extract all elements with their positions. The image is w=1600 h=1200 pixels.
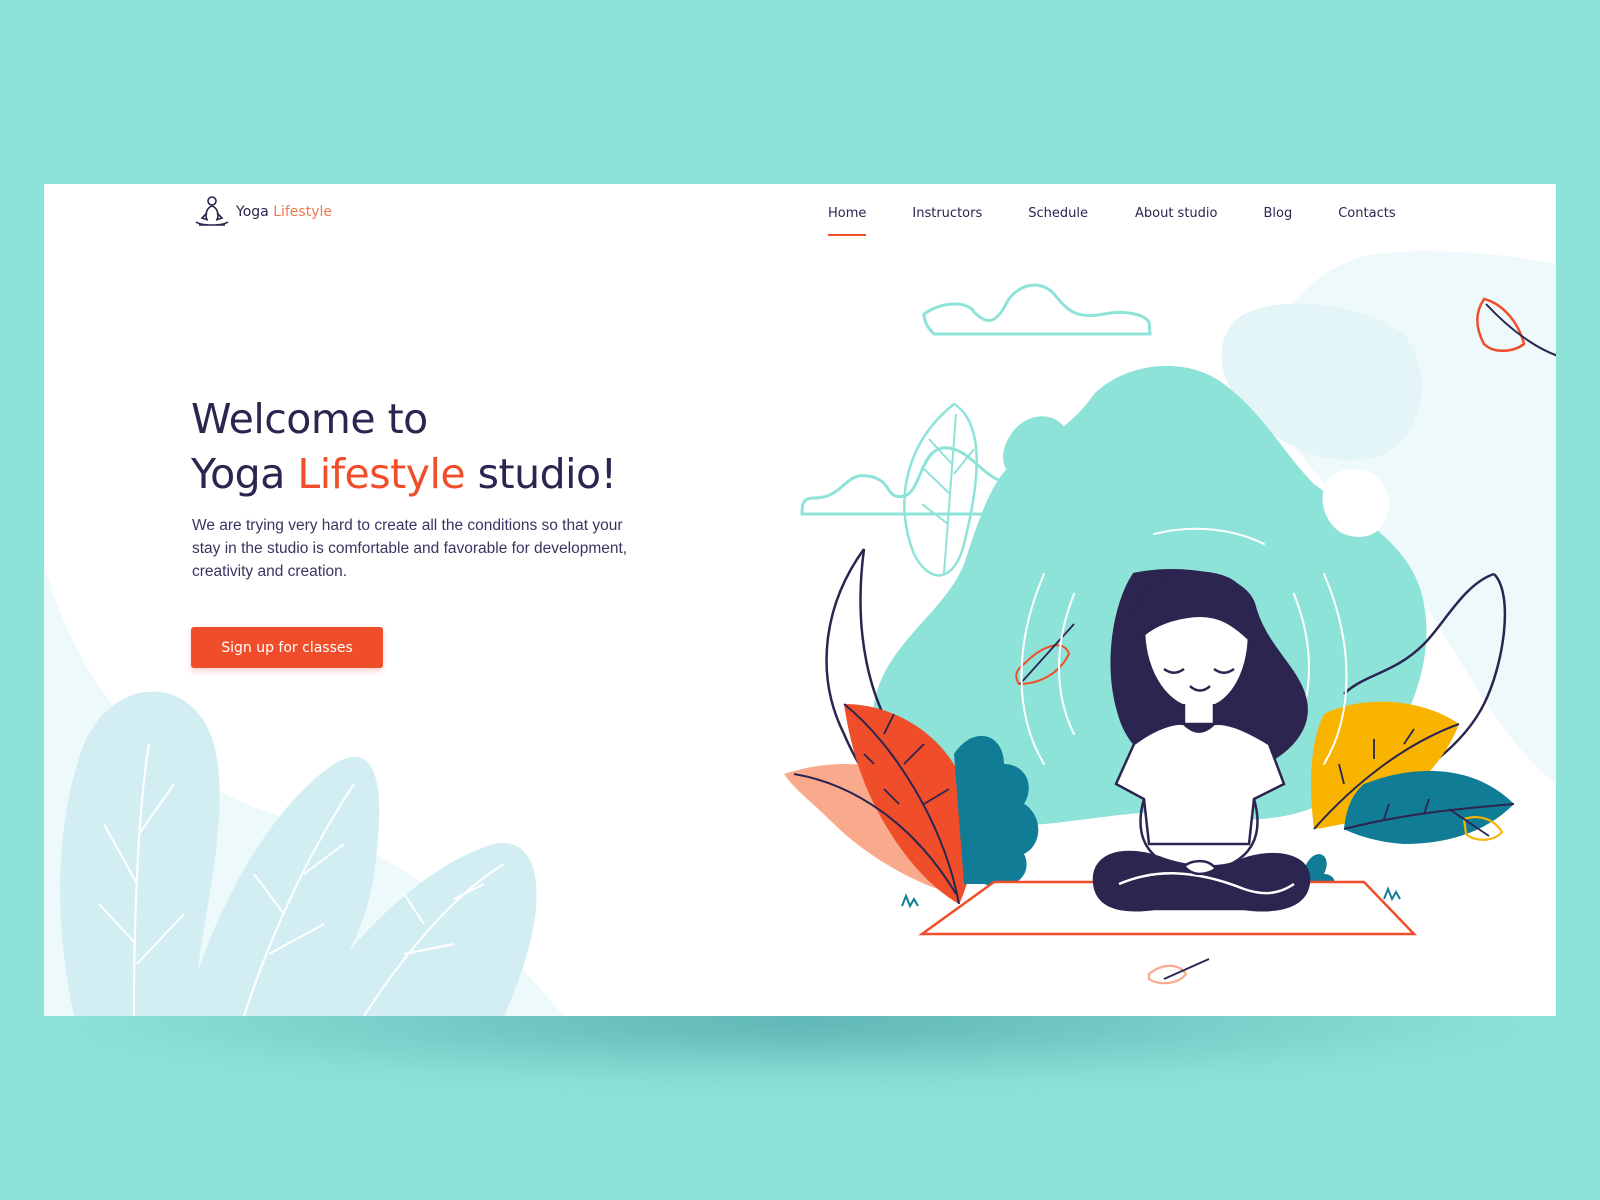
- background-leaf-left: [60, 691, 537, 1016]
- brand-name: Yoga Lifestyle: [236, 204, 332, 220]
- cloud-outline-icon: [922, 283, 1152, 336]
- hero-title-accent: Lifestyle: [297, 450, 466, 498]
- nav-item-home[interactable]: Home: [828, 206, 867, 236]
- nav-item-instructors[interactable]: Instructors: [912, 206, 982, 236]
- nav-item-about-studio[interactable]: About studio: [1135, 206, 1218, 236]
- hero-description: We are trying very hard to create all th…: [192, 517, 628, 580]
- nav-item-blog[interactable]: Blog: [1263, 206, 1292, 236]
- leaf-icon: [903, 402, 978, 577]
- leaf-icon: [1476, 297, 1526, 352]
- brand-logo[interactable]: Yoga Lifestyle: [192, 192, 332, 232]
- hero-title-studio: studio!: [477, 450, 617, 498]
- landing-page-card: Yoga Lifestyle Home Instructors Schedule…: [44, 184, 1556, 1016]
- main-menu: Home Instructors Schedule About studio B…: [828, 206, 1396, 236]
- woman-meditating-illustration: [784, 283, 1556, 985]
- hero-title-line1: Welcome to: [191, 395, 428, 443]
- leaf-icon: [1147, 964, 1188, 985]
- sign-up-button[interactable]: Sign up for classes: [191, 627, 383, 668]
- brand-name-accent: Lifestyle: [273, 204, 332, 220]
- hero-title-yoga: Yoga: [191, 450, 285, 498]
- nav-item-contacts[interactable]: Contacts: [1338, 206, 1395, 236]
- nav-item-schedule[interactable]: Schedule: [1028, 206, 1088, 236]
- meditation-figure-icon: [195, 196, 229, 226]
- hero-title: Welcome to Yoga Lifestyle studio!: [191, 392, 751, 502]
- brand-name-part1: Yoga: [236, 204, 269, 220]
